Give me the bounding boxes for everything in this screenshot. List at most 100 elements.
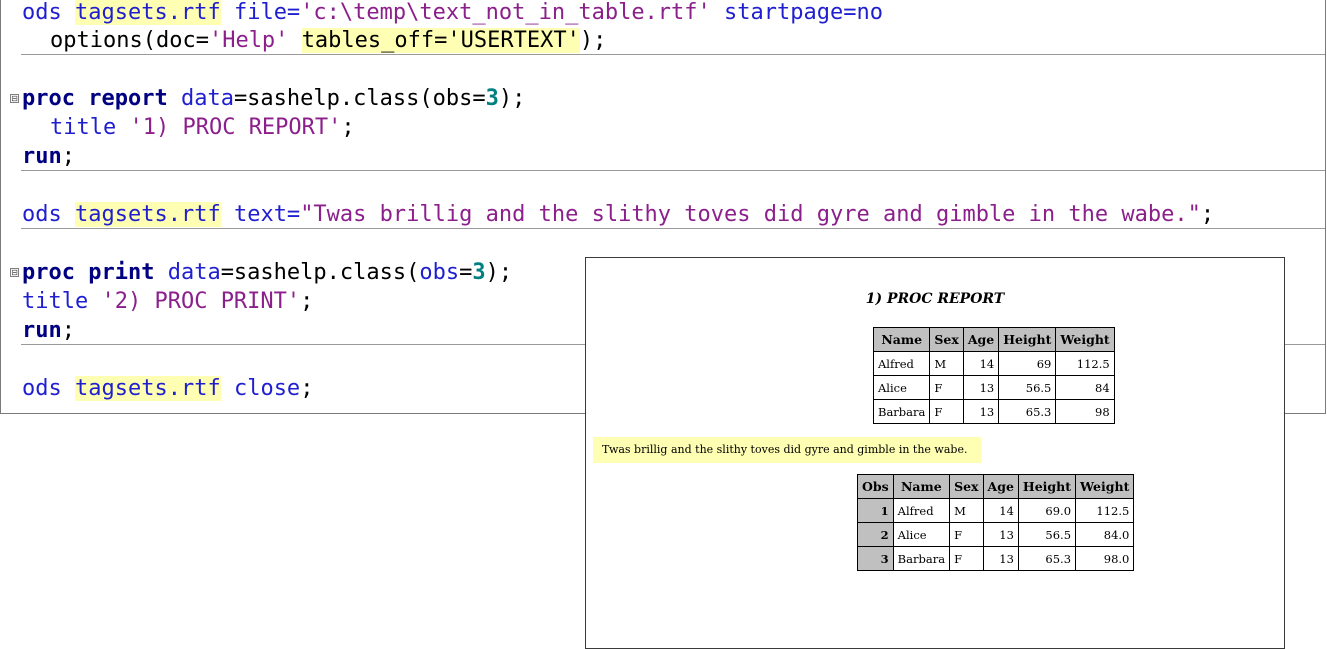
ods-text-paragraph: Twas brillig and the slithy toves did gy…: [593, 437, 981, 463]
semicolon: ;: [61, 318, 75, 343]
doc-string: 'Help': [208, 28, 289, 53]
ods-keyword: ods: [22, 202, 62, 227]
collapse-icon[interactable]: ⊟: [10, 268, 19, 277]
column-header: Obs: [857, 474, 894, 499]
table-row: 1 Alfred M 14 69.0 112.5: [857, 498, 1135, 523]
code-line-9[interactable]: run;: [22, 316, 75, 345]
code-line-2[interactable]: options(doc='Help' tables_off='USERTEXT'…: [50, 26, 606, 55]
table-cell: 13: [962, 399, 1000, 424]
obs-number: 3: [485, 86, 499, 111]
code-line-5[interactable]: run;: [22, 142, 75, 171]
title-string: '1) PROC REPORT': [129, 115, 342, 140]
startpage-option: startpage=no: [724, 0, 883, 25]
column-header: Sex: [949, 474, 984, 499]
semicolon: ;: [300, 289, 314, 314]
table-cell: 112.5: [1075, 498, 1135, 523]
close-keyword: close: [233, 376, 301, 401]
ods-keyword: ods: [22, 376, 62, 401]
code-line-4[interactable]: title '1) PROC REPORT';: [50, 113, 355, 142]
tagsets-rtf-highlight: tagsets.rtf: [75, 202, 221, 227]
step-separator: [21, 54, 1325, 55]
table-cell: 56.5: [998, 375, 1057, 400]
table-cell: 13: [962, 375, 1000, 400]
title-keyword: title: [50, 115, 117, 140]
table-cell: Barbara: [892, 546, 951, 571]
run-keyword: run: [22, 318, 62, 343]
table-cell: 98: [1055, 399, 1115, 424]
table-cell: F: [949, 522, 984, 547]
table-header-row: Name Sex Age Height Weight: [872, 327, 1115, 352]
table-cell: 84.0: [1075, 522, 1135, 547]
column-header: Sex: [929, 327, 964, 352]
paren-close: );: [485, 260, 513, 285]
proc-report-keyword: proc report: [22, 86, 168, 111]
run-keyword: run: [22, 144, 62, 169]
code-line-10[interactable]: ods tagsets.rtf close;: [22, 374, 313, 403]
table-cell: 84: [1055, 375, 1115, 400]
ods-keyword: ods: [22, 0, 62, 25]
table-cell: 14: [982, 498, 1019, 523]
step-separator: [21, 170, 1325, 171]
column-header: Age: [982, 474, 1019, 499]
semicolon: ;: [61, 144, 75, 169]
semicolon: ;: [341, 115, 355, 140]
report-title: 1) PROC REPORT: [865, 291, 1005, 307]
table-row: Alfred M 14 69 112.5: [872, 351, 1115, 376]
table-cell: 13: [982, 546, 1019, 571]
table-row: 2 Alice F 13 56.5 84.0: [857, 522, 1135, 547]
column-header: Age: [962, 327, 1000, 352]
table-cell: F: [929, 375, 964, 400]
table-row: Alice F 13 56.5 84: [872, 375, 1115, 400]
table-cell: 98.0: [1075, 546, 1135, 571]
table-cell: 69.0: [1017, 498, 1077, 523]
proc-report-table: Name Sex Age Height Weight Alfred M 14 6…: [872, 327, 1115, 424]
table-cell: 112.5: [1055, 351, 1115, 376]
code-line-8[interactable]: title '2) PROC PRINT';: [22, 287, 313, 316]
paren-close: );: [498, 86, 526, 111]
data-option: data: [180, 86, 234, 111]
semicolon: ;: [300, 376, 314, 401]
tagsets-rtf-highlight: tagsets.rtf: [75, 376, 221, 401]
options-close: );: [579, 28, 607, 53]
table-cell: M: [949, 498, 984, 523]
obs-cell: 3: [857, 546, 894, 571]
code-line-7[interactable]: proc print data=sashelp.class(obs=3);: [22, 258, 512, 287]
obs-cell: 1: [857, 498, 894, 523]
table-row: Barbara F 13 65.3 98: [872, 399, 1115, 424]
code-line-3[interactable]: proc report data=sashelp.class(obs=3);: [22, 84, 525, 113]
tagsets-rtf-highlight: tagsets.rtf: [75, 0, 221, 25]
obs-number: 3: [472, 260, 486, 285]
obs-option: obs: [419, 260, 460, 285]
code-line-6[interactable]: ods tagsets.rtf text="Twas brillig and t…: [22, 200, 1214, 229]
table-cell: 56.5: [1017, 522, 1077, 547]
column-header: Height: [998, 327, 1057, 352]
text-string: "Twas brillig and the slithy toves did g…: [300, 202, 1201, 227]
table-header-row: Obs Name Sex Age Height Weight: [857, 474, 1135, 499]
file-path-string: 'c:\temp\text_not_in_table.rtf': [300, 0, 711, 25]
title-keyword: title: [22, 289, 89, 314]
table-cell: Alice: [872, 375, 931, 400]
proc-print-keyword: proc print: [22, 260, 155, 285]
title-string: '2) PROC PRINT': [101, 289, 301, 314]
collapse-icon[interactable]: ⊟: [10, 94, 19, 103]
code-line-1[interactable]: ods tagsets.rtf file='c:\temp\text_not_i…: [22, 0, 883, 27]
table-cell: Alice: [892, 522, 951, 547]
table-cell: 65.3: [1017, 546, 1077, 571]
column-header: Weight: [1075, 474, 1135, 499]
proc-print-table: Obs Name Sex Age Height Weight 1 Alfred …: [857, 474, 1135, 571]
table-cell: F: [949, 546, 984, 571]
column-header: Height: [1017, 474, 1077, 499]
semicolon: ;: [1200, 202, 1215, 227]
column-header: Name: [872, 327, 931, 352]
dataset-name: =sashelp.class(: [220, 260, 420, 285]
equals: =: [459, 260, 473, 285]
tables-off-highlight: tables_off='USERTEXT': [301, 28, 580, 53]
dataset-name: =sashelp.class(obs=: [233, 86, 486, 111]
text-option: text=: [233, 202, 301, 227]
table-cell: Alfred: [872, 351, 931, 376]
table-cell: 14: [962, 351, 1000, 376]
table-cell: Barbara: [872, 399, 931, 424]
column-header: Name: [892, 474, 951, 499]
data-option: data: [167, 260, 221, 285]
table-cell: 69: [998, 351, 1057, 376]
